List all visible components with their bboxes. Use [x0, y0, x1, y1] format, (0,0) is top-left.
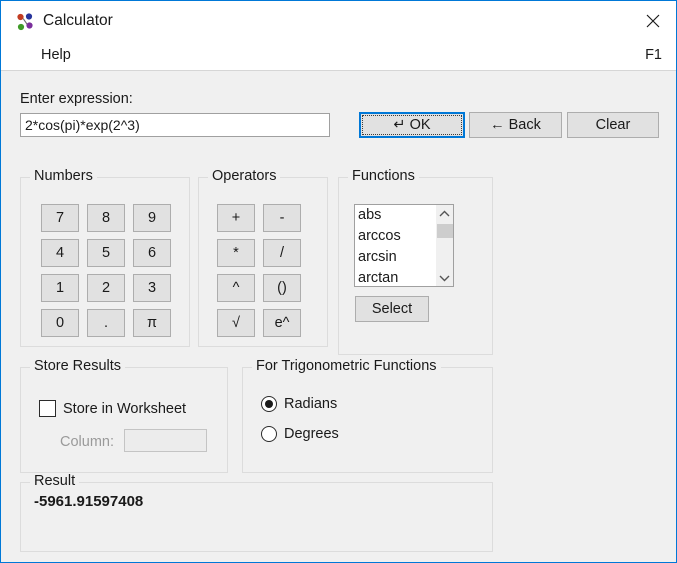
number-key-8[interactable]: 8	[87, 204, 125, 232]
store-in-worksheet-checkbox-row[interactable]: Store in Worksheet	[39, 400, 186, 417]
radio-radians-label: Radians	[284, 396, 338, 412]
functions-listbox[interactable]: abs arccos arcsin arctan	[354, 204, 454, 287]
column-input[interactable]	[124, 429, 207, 452]
result-value: -5961.91597408	[34, 493, 144, 510]
close-icon[interactable]	[630, 1, 676, 41]
scrollbar-thumb[interactable]	[437, 224, 453, 238]
operator-key-multiply[interactable]: *	[217, 239, 255, 267]
chevron-down-icon[interactable]	[436, 269, 453, 286]
ok-button[interactable]: ↵ OK	[359, 112, 465, 138]
number-key-2[interactable]: 2	[87, 274, 125, 302]
functions-scrollbar[interactable]	[435, 205, 453, 286]
number-key-9[interactable]: 9	[133, 204, 171, 232]
title-bar: Calculator	[1, 1, 676, 41]
menu-item-help[interactable]: Help	[41, 46, 71, 65]
store-in-worksheet-label: Store in Worksheet	[63, 400, 187, 417]
calculator-window: Calculator Help F1 Enter expression: ↵ O…	[0, 0, 677, 563]
store-in-worksheet-checkbox[interactable]	[39, 400, 56, 417]
number-key-1[interactable]: 1	[41, 274, 79, 302]
expression-label: Enter expression:	[20, 91, 133, 107]
store-results-group: Store Results Store in Worksheet Column:	[20, 358, 228, 473]
list-item[interactable]: arcsin	[355, 247, 435, 268]
trigonometric-functions-group-title: For Trigonometric Functions	[252, 358, 441, 374]
number-key-pi[interactable]: π	[133, 309, 171, 337]
functions-group-title: Functions	[348, 168, 419, 184]
radio-option-radians[interactable]: Radians	[261, 396, 337, 412]
dialog-client-area: Enter expression: ↵ OK ← Back Clear Numb…	[1, 71, 676, 562]
radio-degrees-label: Degrees	[284, 426, 339, 442]
operators-group-title: Operators	[208, 168, 281, 184]
result-group-title: Result	[30, 473, 80, 489]
expression-input[interactable]	[20, 113, 330, 137]
select-button[interactable]: Select	[355, 296, 429, 322]
result-group: Result -5961.91597408	[20, 473, 493, 552]
number-key-4[interactable]: 4	[41, 239, 79, 267]
operator-key-plus[interactable]: +	[217, 204, 255, 232]
radio-radians-indicator[interactable]	[261, 396, 277, 412]
window-title: Calculator	[43, 12, 113, 29]
operator-key-exp[interactable]: e^	[263, 309, 301, 337]
operator-key-divide[interactable]: /	[263, 239, 301, 267]
menu-shortcut-f1: F1	[645, 47, 662, 63]
ok-button-label: ↵ OK	[393, 117, 431, 133]
clear-button[interactable]: Clear	[567, 112, 659, 138]
menu-bar: Help F1	[1, 41, 676, 71]
number-key-6[interactable]: 6	[133, 239, 171, 267]
back-button[interactable]: ← Back	[469, 112, 562, 138]
list-item[interactable]: arctan	[355, 268, 435, 286]
operator-key-sqrt[interactable]: √	[217, 309, 255, 337]
trigonometric-functions-group: For Trigonometric Functions Radians Degr…	[242, 358, 493, 473]
number-key-decimal[interactable]: .	[87, 309, 125, 337]
list-item[interactable]: abs	[355, 205, 435, 226]
number-key-0[interactable]: 0	[41, 309, 79, 337]
chevron-up-icon[interactable]	[436, 205, 453, 222]
minitab-dots-icon	[15, 12, 35, 32]
operator-key-power[interactable]: ^	[217, 274, 255, 302]
radio-degrees-indicator[interactable]	[261, 426, 277, 442]
operator-key-parens[interactable]: ()	[263, 274, 301, 302]
operator-key-minus[interactable]: -	[263, 204, 301, 232]
number-key-5[interactable]: 5	[87, 239, 125, 267]
radio-option-degrees[interactable]: Degrees	[261, 426, 339, 442]
numbers-group-title: Numbers	[30, 168, 97, 184]
column-label: Column:	[60, 434, 114, 450]
operators-group: Operators + - * / ^ () √ e^	[198, 168, 328, 347]
number-key-7[interactable]: 7	[41, 204, 79, 232]
functions-group: Functions abs arccos arcsin arctan Selec…	[338, 168, 493, 355]
numbers-group: Numbers 7 8 9 4 5 6 1 2 3 0 . π	[20, 168, 190, 347]
store-results-group-title: Store Results	[30, 358, 126, 374]
functions-list-items: abs arccos arcsin arctan	[355, 205, 435, 286]
list-item[interactable]: arccos	[355, 226, 435, 247]
number-key-3[interactable]: 3	[133, 274, 171, 302]
